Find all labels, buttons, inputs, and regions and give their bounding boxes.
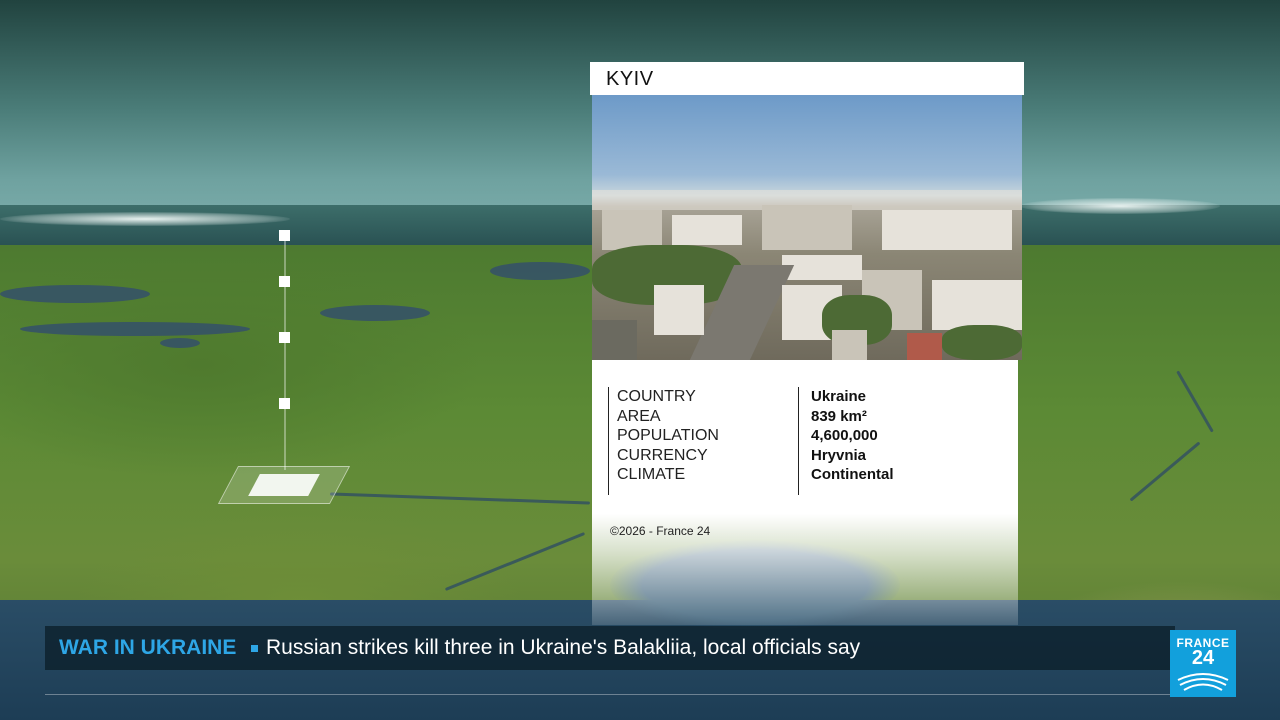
lake [20, 322, 250, 336]
location-marker-dot [279, 332, 290, 343]
photo-building [932, 280, 1022, 330]
ticker-headline: Russian strikes kill three in Ukraine's … [266, 636, 861, 659]
copyright-text: ©2026 - France 24 [610, 524, 711, 538]
channel-logo: FRANCE 24 [1170, 630, 1236, 697]
value-climate: Continental [811, 466, 894, 484]
value-population: 4,600,000 [811, 427, 878, 445]
photo-building [762, 205, 852, 250]
label-currency: CURRENCY [617, 446, 708, 464]
cloud-left [0, 212, 290, 226]
lake [0, 285, 150, 303]
value-country: Ukraine [811, 388, 867, 405]
photo-building [672, 215, 742, 245]
value-currency: Hryvnia [811, 446, 867, 464]
photo-building [782, 255, 862, 280]
location-marker-pad-inner [248, 474, 320, 496]
lake [320, 305, 430, 321]
label-climate: CLIMATE [617, 466, 686, 484]
location-marker-dot [279, 276, 290, 287]
photo-building [654, 285, 704, 335]
city-card-title-bar: KYIV [590, 62, 1024, 95]
photo-building [907, 333, 942, 360]
city-info-labels: COUNTRY AREA POPULATION CURRENCY CLIMATE [608, 387, 719, 495]
lake [490, 262, 590, 280]
photo-trees [942, 325, 1022, 360]
lake [160, 338, 200, 348]
location-marker-dot [279, 230, 290, 241]
ticker-separator [251, 645, 258, 652]
photo-building [602, 210, 662, 250]
city-info-values: Ukraine 839 km² 4,600,000 Hryvnia Contin… [798, 387, 894, 495]
ticker-underline [45, 694, 1175, 695]
label-area: AREA [617, 407, 661, 425]
location-marker-dot [279, 398, 290, 409]
city-photo [592, 95, 1022, 360]
logo-line2: 24 [1191, 647, 1215, 669]
location-marker-line [284, 240, 286, 470]
photo-building [882, 210, 1012, 250]
photo-building [832, 330, 867, 360]
cloud-right [1020, 198, 1220, 214]
city-title: KYIV [606, 68, 654, 90]
value-area: 839 km² [811, 407, 867, 425]
photo-building [592, 320, 637, 360]
ticker-topic: WAR IN UKRAINE [59, 636, 237, 659]
logo-wave-icon [1177, 673, 1229, 691]
label-country: COUNTRY [617, 388, 696, 405]
label-population: POPULATION [617, 427, 719, 445]
